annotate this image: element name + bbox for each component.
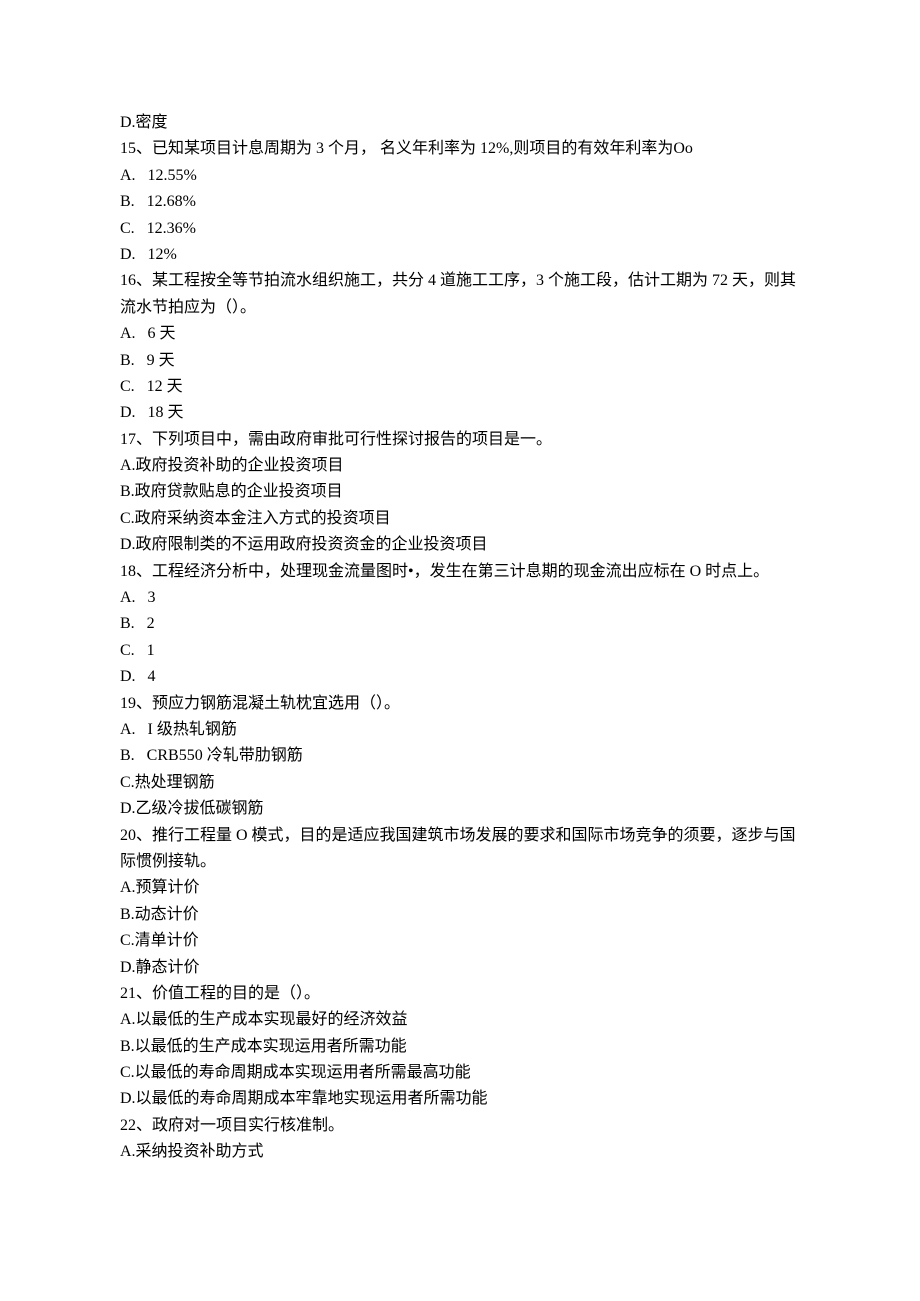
text-line: 20、推行工程量 O 模式，目的是适应我国建筑市场发展的要求和国际市场竞争的须要… bbox=[120, 823, 800, 876]
text-line: A. 3 bbox=[120, 585, 800, 611]
text-line: A.预算计价 bbox=[120, 875, 800, 901]
text-line: D.乙级冷拔低碳钢筋 bbox=[120, 796, 800, 822]
text-line: D. 12% bbox=[120, 242, 800, 268]
document-page: D.密度 15、已知某项目计息周期为 3 个月， 名义年利率为 12%,则项目的… bbox=[0, 0, 920, 1301]
text-line: 22、政府对一项目实行核准制。 bbox=[120, 1113, 800, 1139]
text-line: B.以最低的生产成本实现运用者所需功能 bbox=[120, 1034, 800, 1060]
text-line: D.以最低的寿命周期成本牢靠地实现运用者所需功能 bbox=[120, 1086, 800, 1112]
text-line: 19、预应力钢筋混凝土轨枕宜选用（）。 bbox=[120, 691, 800, 717]
text-line: B. 12.68% bbox=[120, 189, 800, 215]
text-line: A. 12.55% bbox=[120, 163, 800, 189]
text-line: D. 4 bbox=[120, 664, 800, 690]
text-line: C.清单计价 bbox=[120, 928, 800, 954]
text-line: D.政府限制类的不运用政府投资资金的企业投资项目 bbox=[120, 532, 800, 558]
text-line: B.动态计价 bbox=[120, 902, 800, 928]
text-line: C. 1 bbox=[120, 638, 800, 664]
text-line: D.密度 bbox=[120, 110, 800, 136]
text-line: 17、下列项目中，需由政府审批可行性探讨报告的项目是一。 bbox=[120, 427, 800, 453]
text-line: 15、已知某项目计息周期为 3 个月， 名义年利率为 12%,则项目的有效年利率… bbox=[120, 136, 800, 162]
text-line: A.采纳投资补助方式 bbox=[120, 1139, 800, 1165]
text-line: B.政府贷款贴息的企业投资项目 bbox=[120, 479, 800, 505]
text-line: C. 12.36% bbox=[120, 216, 800, 242]
text-line: 16、某工程按全等节拍流水组织施工，共分 4 道施工工序，3 个施工段，估计工期… bbox=[120, 268, 800, 321]
text-line: C.以最低的寿命周期成本实现运用者所需最高功能 bbox=[120, 1060, 800, 1086]
text-line: B. 2 bbox=[120, 611, 800, 637]
text-line: D.静态计价 bbox=[120, 955, 800, 981]
text-line: A.以最低的生产成本实现最好的经济效益 bbox=[120, 1007, 800, 1033]
text-line: A. 6 天 bbox=[120, 321, 800, 347]
text-line: 18、工程经济分析中，处理现金流量图时•，发生在第三计息期的现金流出应标在 O … bbox=[120, 559, 800, 585]
text-line: A. I 级热轧钢筋 bbox=[120, 717, 800, 743]
text-line: D. 18 天 bbox=[120, 400, 800, 426]
text-line: B. CRB550 冷轧带肋钢筋 bbox=[120, 743, 800, 769]
text-line: C.热处理钢筋 bbox=[120, 770, 800, 796]
text-line: B. 9 天 bbox=[120, 348, 800, 374]
text-line: A.政府投资补助的企业投资项目 bbox=[120, 453, 800, 479]
text-line: C.政府采纳资本金注入方式的投资项目 bbox=[120, 506, 800, 532]
text-line: C. 12 天 bbox=[120, 374, 800, 400]
text-line: 21、价值工程的目的是（）。 bbox=[120, 981, 800, 1007]
